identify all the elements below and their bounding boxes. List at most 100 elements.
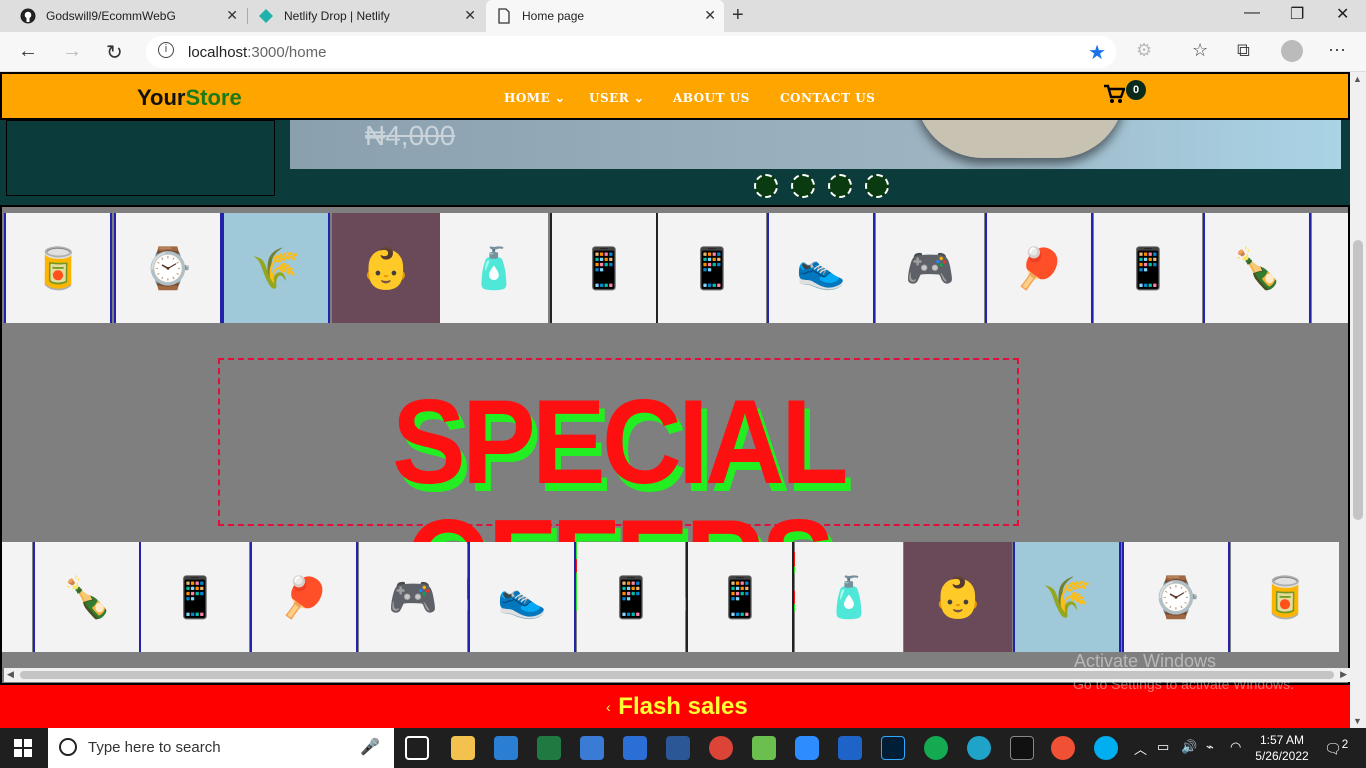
nav-about-us[interactable]: ABOUT US [673,91,750,105]
chevron-up-icon[interactable]: ︿ [1134,739,1147,758]
close-tab-icon[interactable]: ✕ [226,7,238,24]
minimize-button[interactable]: — [1244,4,1260,22]
store-icon[interactable] [580,736,604,760]
url-bar[interactable]: i localhost:3000/home ★ [146,36,1116,68]
battery-icon[interactable]: ▭ [1157,739,1169,755]
product-card[interactable]: 🥫 [4,213,112,323]
favorites-icon[interactable]: ☆ [1192,40,1208,61]
site-logo[interactable]: YourStore [137,85,242,111]
nav-contact-us[interactable]: CONTACT US [780,91,875,105]
skype-icon[interactable] [1094,736,1118,760]
hero-slide[interactable]: ₦4,000 [290,120,1341,169]
system-clock[interactable]: 1:57 AM 5/26/2022 [1252,732,1312,764]
product-card[interactable]: 📱 [1094,213,1202,323]
mail-icon[interactable] [623,736,647,760]
slide-dot-1[interactable] [754,174,778,198]
chrome-icon[interactable] [709,736,733,760]
scroll-right-arrow-icon[interactable]: ▶ [1340,669,1347,680]
extension-icon[interactable]: ⚙ [1136,40,1152,61]
favorite-star-icon[interactable]: ★ [1088,40,1106,65]
product-card[interactable]: ⌚ [114,213,222,323]
vertical-scrollbar[interactable]: ▲ ▼ [1350,72,1366,728]
file-explorer-icon[interactable] [451,736,475,760]
product-card[interactable]: 📱 [686,542,794,652]
slide-dot-4[interactable] [865,174,889,198]
mongodb-icon[interactable] [924,736,948,760]
product-card[interactable]: 📱 [577,542,685,652]
scroll-left-arrow-icon[interactable]: ◀ [7,669,14,680]
slide-dot-2[interactable] [791,174,815,198]
slide-dot-3[interactable] [828,174,852,198]
more-menu-icon[interactable]: ⋯ [1328,40,1346,61]
excel-icon[interactable] [537,736,561,760]
microphone-icon[interactable]: 🎤 [360,737,380,757]
product-card[interactable]: 📱 [550,213,658,323]
nav-home[interactable]: HOME ⌄ [504,91,565,105]
product-card[interactable]: 🏓 [250,542,358,652]
word-icon[interactable] [666,736,690,760]
git-icon[interactable] [1051,736,1075,760]
product-card[interactable]: 🎮 [359,542,467,652]
vscode-icon[interactable] [494,736,518,760]
product-card[interactable]: 👟 [767,213,875,323]
product-card[interactable]: 🌾 [1013,542,1121,652]
tab-netlify[interactable]: Netlify Drop | Netlify ✕ [248,0,484,32]
product-card[interactable]: 🎮 [876,213,984,323]
product-card[interactable]: 🍾 [1203,213,1311,323]
search-icon [59,738,77,756]
nav-user[interactable]: USER ⌄ [589,91,644,105]
task-view-icon[interactable] [405,736,429,760]
volume-icon[interactable]: 🔊 [1181,739,1197,755]
edge-icon[interactable] [967,736,991,760]
hero-price: ₦4,000 [365,120,456,151]
profile-avatar[interactable] [1281,40,1303,62]
product-strip-top: 🥫 ⌚ 🌾 👶 🧴 📱 📱 👟 🎮 🏓 📱 🍾 🪑 [2,213,1348,323]
collections-icon[interactable]: ⧉ [1237,40,1250,61]
news-icon[interactable] [838,736,862,760]
product-card[interactable]: 📱 [658,213,766,323]
product-card[interactable]: 🥫 [1231,542,1339,652]
spreadsheet-icon[interactable] [752,736,776,760]
network-icon[interactable]: ⌁ [1206,739,1214,755]
search-placeholder: Type here to search [88,739,221,756]
photoshop-icon[interactable] [881,736,905,760]
new-tab-button[interactable]: + [732,4,744,27]
product-card[interactable]: 🪑 [1312,213,1348,323]
close-window-button[interactable]: ✕ [1336,4,1349,24]
close-tab-icon[interactable]: ✕ [704,7,716,24]
forward-button[interactable]: → [62,40,82,63]
product-card[interactable]: 📱 [141,542,249,652]
url-text: localhost:3000/home [188,44,327,61]
taskbar-search[interactable]: Type here to search 🎤 [48,728,394,768]
windows-start-icon[interactable] [14,739,32,757]
close-tab-icon[interactable]: ✕ [464,7,476,24]
product-card[interactable]: 🪑 [2,542,32,652]
site-info-icon[interactable]: i [158,42,174,58]
product-card[interactable]: 🍾 [33,542,141,652]
product-card[interactable]: 🌾 [222,213,330,323]
refresh-button[interactable]: ↻ [106,40,123,65]
product-card[interactable]: 👶 [332,213,440,323]
tab-github[interactable]: Godswill9/EcommWebG ✕ [10,0,246,32]
product-card[interactable]: 👟 [468,542,576,652]
zoom-icon[interactable] [795,736,819,760]
back-button[interactable]: ← [18,40,38,63]
product-card[interactable]: 🧴 [795,542,903,652]
notification-count: 2 [1341,738,1349,751]
terminal-icon[interactable] [1010,736,1034,760]
browser-tab-strip: Godswill9/EcommWebG ✕ Netlify Drop | Net… [0,0,1366,32]
tab-home-page[interactable]: Home page ✕ [486,0,724,32]
product-card[interactable]: 🧴 [440,213,548,323]
scroll-up-arrow-icon[interactable]: ▲ [1353,74,1362,84]
scroll-down-arrow-icon[interactable]: ▼ [1353,716,1362,726]
cart-icon[interactable] [1103,84,1125,104]
product-card[interactable]: 🏓 [985,213,1093,323]
product-card[interactable]: 👶 [904,542,1012,652]
notification-center-icon[interactable]: 🗨2 [1324,738,1348,758]
product-card[interactable]: ⌚ [1122,542,1230,652]
vertical-scroll-thumb[interactable] [1353,240,1363,520]
special-offers-banner: SPECIAL OFFERS [218,358,1019,622]
restore-button[interactable]: ❐ [1290,4,1304,24]
wifi-icon[interactable]: ◠ [1230,739,1241,755]
flash-sales-title: Flash sales [618,693,748,720]
